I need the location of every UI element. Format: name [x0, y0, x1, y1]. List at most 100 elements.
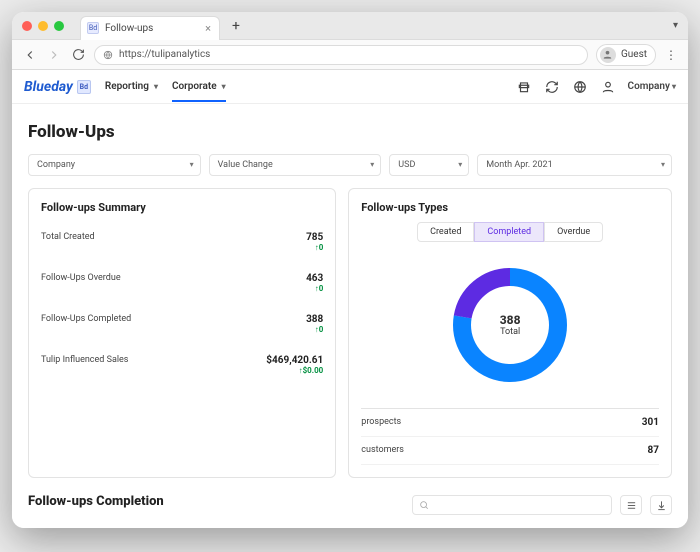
- user-icon[interactable]: [600, 79, 616, 95]
- app-header: Blueday Bd Reporting Corporate Company: [12, 70, 688, 104]
- download-icon: [656, 500, 667, 511]
- donut-legend: prospects 301 customers 87: [361, 408, 659, 465]
- summary-row: Tulip Influenced Sales $469,420.61 ↑$0.0…: [41, 345, 323, 386]
- nav-reporting-label: Reporting: [105, 81, 149, 92]
- address-bar[interactable]: https://tulipanalytics: [94, 45, 588, 65]
- browser-toolbar: https://tulipanalytics Guest ⋮: [12, 40, 688, 70]
- filter-bar: Company Value Change USD Month Apr. 2021: [28, 154, 672, 176]
- close-window-icon[interactable]: [22, 21, 32, 31]
- window-controls: [22, 21, 64, 31]
- filter-period[interactable]: Month Apr. 2021: [477, 154, 672, 176]
- browser-menu-icon[interactable]: ⋮: [664, 48, 678, 62]
- filter-currency[interactable]: USD: [389, 154, 469, 176]
- filter-period-label: Month Apr. 2021: [486, 160, 552, 170]
- summary-value: 463: [306, 273, 323, 284]
- summary-row: Total Created 785 ↑0: [41, 222, 323, 263]
- summary-delta: ↑0: [306, 325, 323, 334]
- minimize-window-icon[interactable]: [38, 21, 48, 31]
- nav-corporate[interactable]: Corporate: [172, 81, 226, 102]
- tab-label: Overdue: [557, 227, 590, 237]
- summary-row-value: 388 ↑0: [306, 314, 323, 334]
- filter-company-label: Company: [37, 160, 75, 170]
- summary-row-label: Follow-Ups Completed: [41, 314, 131, 324]
- tab-label: Completed: [487, 227, 531, 237]
- search-input[interactable]: [412, 495, 612, 515]
- print-icon[interactable]: [516, 79, 532, 95]
- legend-row: prospects 301: [361, 409, 659, 437]
- summary-row-label: Total Created: [41, 232, 95, 242]
- summary-delta: ↑0: [306, 243, 323, 252]
- browser-tabs-strip: Bd Follow-ups × + ▾: [12, 12, 688, 40]
- company-dropdown[interactable]: Company: [628, 81, 676, 92]
- summary-card-title: Follow-ups Summary: [41, 201, 323, 214]
- summary-row-value: 785 ↑0: [306, 232, 323, 252]
- page-title: Follow-Ups: [28, 122, 672, 142]
- cards-grid: Follow-ups Summary Total Created 785 ↑0 …: [28, 188, 672, 478]
- filter-company[interactable]: Company: [28, 154, 201, 176]
- maximize-window-icon[interactable]: [54, 21, 64, 31]
- tab-overdue[interactable]: Overdue: [544, 222, 603, 242]
- tab-title: Follow-ups: [105, 23, 153, 34]
- avatar-icon: [600, 47, 616, 63]
- legend-value: 87: [648, 445, 659, 456]
- completion-toolbar: [412, 495, 672, 515]
- brand-name: Blueday: [24, 79, 73, 95]
- browser-window: Bd Follow-ups × + ▾ https://tulipanalyti…: [12, 12, 688, 528]
- followups-types-card: Follow-ups Types Created Completed Overd…: [348, 188, 672, 478]
- page-content: Follow-Ups Company Value Change USD Mont…: [12, 104, 688, 528]
- profile-chip[interactable]: Guest: [596, 44, 656, 66]
- company-dropdown-label: Company: [628, 81, 670, 92]
- header-actions: Company: [516, 79, 676, 95]
- list-icon: [626, 500, 637, 511]
- brand-logo[interactable]: Blueday Bd: [24, 79, 91, 95]
- download-button[interactable]: [650, 495, 672, 515]
- summary-delta: ↑0: [306, 284, 323, 293]
- profile-label: Guest: [621, 49, 647, 60]
- summary-value: $469,420.61: [266, 355, 323, 366]
- refresh-icon[interactable]: [544, 79, 560, 95]
- tab-favicon: Bd: [87, 22, 99, 34]
- back-icon[interactable]: [22, 47, 38, 63]
- summary-delta: ↑$0.00: [266, 366, 323, 375]
- forward-icon[interactable]: [46, 47, 62, 63]
- summary-value: 785: [306, 232, 323, 243]
- nav-reporting[interactable]: Reporting: [105, 81, 158, 102]
- summary-value: 388: [306, 314, 323, 325]
- summary-row-value: $469,420.61 ↑$0.00: [266, 355, 323, 375]
- types-tabs: Created Completed Overdue: [361, 222, 659, 242]
- reload-icon[interactable]: [70, 47, 86, 63]
- list-view-button[interactable]: [620, 495, 642, 515]
- tab-created[interactable]: Created: [417, 222, 474, 242]
- donut-chart: 388 Total: [361, 254, 659, 404]
- summary-row-label: Tulip Influenced Sales: [41, 355, 128, 365]
- primary-nav: Reporting Corporate: [105, 81, 226, 93]
- tabs-overflow-icon[interactable]: ▾: [673, 20, 678, 31]
- filter-metric-label: Value Change: [218, 160, 273, 170]
- address-bar-text: https://tulipanalytics: [119, 49, 210, 60]
- filter-metric[interactable]: Value Change: [209, 154, 382, 176]
- types-card-title: Follow-ups Types: [361, 201, 659, 214]
- close-tab-icon[interactable]: ×: [205, 22, 211, 35]
- followups-summary-card: Follow-ups Summary Total Created 785 ↑0 …: [28, 188, 336, 478]
- filter-currency-label: USD: [398, 160, 415, 170]
- summary-row: Follow-Ups Completed 388 ↑0: [41, 304, 323, 345]
- donut-center: 388 Total: [445, 260, 575, 390]
- browser-tab-active[interactable]: Bd Follow-ups ×: [80, 16, 220, 40]
- search-icon: [419, 500, 429, 510]
- summary-row-value: 463 ↑0: [306, 273, 323, 293]
- summary-row-label: Follow-Ups Overdue: [41, 273, 121, 283]
- legend-label: customers: [361, 445, 404, 456]
- summary-row: Follow-Ups Overdue 463 ↑0: [41, 263, 323, 304]
- nav-corporate-label: Corporate: [172, 81, 217, 92]
- site-info-icon[interactable]: [103, 50, 113, 60]
- tab-completed[interactable]: Completed: [474, 222, 544, 242]
- legend-row: customers 87: [361, 437, 659, 465]
- globe-icon[interactable]: [572, 79, 588, 95]
- tab-label: Created: [430, 227, 461, 237]
- legend-label: prospects: [361, 417, 401, 428]
- donut-center-label: Total: [500, 327, 520, 337]
- legend-value: 301: [642, 417, 659, 428]
- brand-badge: Bd: [77, 80, 91, 94]
- donut-center-value: 388: [500, 313, 521, 327]
- new-tab-button[interactable]: +: [226, 16, 246, 36]
